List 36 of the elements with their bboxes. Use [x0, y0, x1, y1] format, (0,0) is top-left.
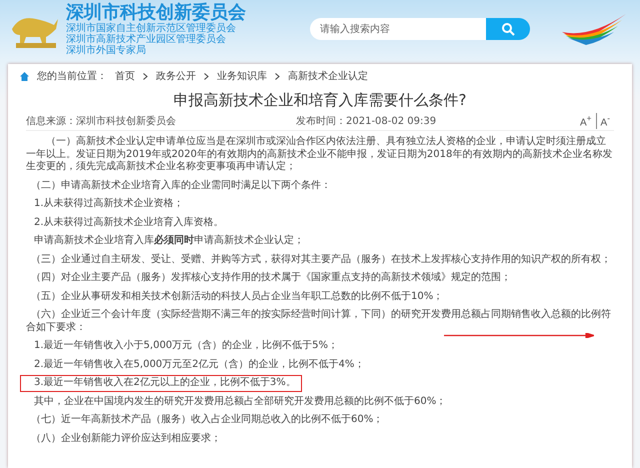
article-title: 申报高新技术企业和培育入库需要什么条件? — [172, 90, 468, 111]
article-paragraph: 申请高新技术企业培育入库必须同时申请高新技术企业认定； — [33, 235, 305, 248]
article-paragraph: （七）近一年高新技术产品（服务）收入占企业同期总收入的比例不低于60%； — [30, 414, 384, 426]
breadcrumb-label: 您的当前位置： — [37, 70, 107, 83]
search-icon — [501, 22, 515, 36]
article-paragraph: 2.最近一年销售收入在5,000万元至2亿元（含）的企业，比例不低于4%； — [33, 358, 366, 371]
article-paragraph: 1.最近一年销售收入小于5,000万元（含）的企业，比例不低于5%； — [33, 340, 340, 352]
font-size-button[interactable]: A$^{-}$ — [596, 113, 614, 129]
article-paragraph: （四）对企业主要产品（服务）发挥核心支持作用的技术属于《国家重点支持的高新技术领域》规定的范围； — [30, 272, 512, 284]
breadcrumb-link[interactable]: 首页 — [115, 69, 135, 83]
article-source: 信息来源：深圳市科技创新委员会 — [26, 114, 176, 128]
article-paragraph: （五）企业从事研发和相关技术创新活动的科技人员占企业当年职工总数的比例不低于10%； — [30, 290, 444, 303]
article-paragraph: （一）高新技术企业认定申请单位应当是在深圳市或深汕合作区内依法注册、具有独立法人资格的企业，申请认定时须注册成立一年以上。发证日期为2019年或2020年的有效期内的高新技术企业不能申报，发证日期为2018年的有效期内的高新技术企业名称发生变更的，须先完成高新技术企业名称变更事项再申请认定； — [26, 136, 614, 174]
chevron-icon — [204, 72, 209, 80]
article-paragraph: 1.从未获得过高新技术企业资格； — [33, 198, 185, 210]
article-paragraph: 其中，企业在中国境内发生的研究开发费用总额占全部研究开发费用总额的比例不低于60%； — [33, 396, 448, 408]
article-paragraph: （六）企业近三个会计年度（实际经营期不满三年的按实际经营时间计算，下同）的研究开发费用总额占同期销售收入总额的比例符合如下要求： — [26, 309, 614, 334]
site-subtitle: 深圳市国家自主创新示范区管理委员会 — [66, 22, 237, 34]
site-title: 深圳市科技创新委员会 — [66, 2, 246, 22]
article-paragraph: （二）申请高新技术企业培育入库的企业需同时满足以下两个条件： — [30, 180, 332, 192]
font-size-button[interactable]: A$^{+}$ — [576, 113, 596, 129]
site-subtitle: 深圳市高新技术产业园区管理委员会 — [66, 34, 227, 44]
highlighted-paragraph: 3.最近一年销售收入在2亿元以上的企业，比例不低于3%。 — [22, 377, 300, 390]
article-paragraph: 2.从未获得过高新技术企业培育入库资格。 — [33, 216, 225, 229]
article-paragraph: （三）企业通过自主研发、受让、受赠、并购等方式，获得对其主要产品（服务）在技术上发挥核心支持作用的知识产权的所有权； — [30, 254, 612, 266]
breadcrumb-link[interactable]: 政务公开 — [156, 69, 196, 83]
chevron-icon — [275, 72, 280, 80]
search-field[interactable]: 请输入搜索内容 — [310, 18, 486, 40]
site-subtitle: 深圳市外国专家局 — [66, 44, 147, 56]
publish-time: 发布时间：2021-08-02 09:39 — [296, 114, 436, 128]
home-icon — [20, 72, 29, 80]
search-button[interactable] — [486, 18, 530, 40]
breadcrumb-link[interactable]: 业务知识库 — [217, 69, 267, 83]
breadcrumb-link[interactable]: 高新技术企业认定 — [288, 69, 368, 83]
chevron-icon — [143, 72, 148, 80]
article-paragraph: （八）企业创新能力评价应达到相应要求； — [30, 432, 222, 445]
